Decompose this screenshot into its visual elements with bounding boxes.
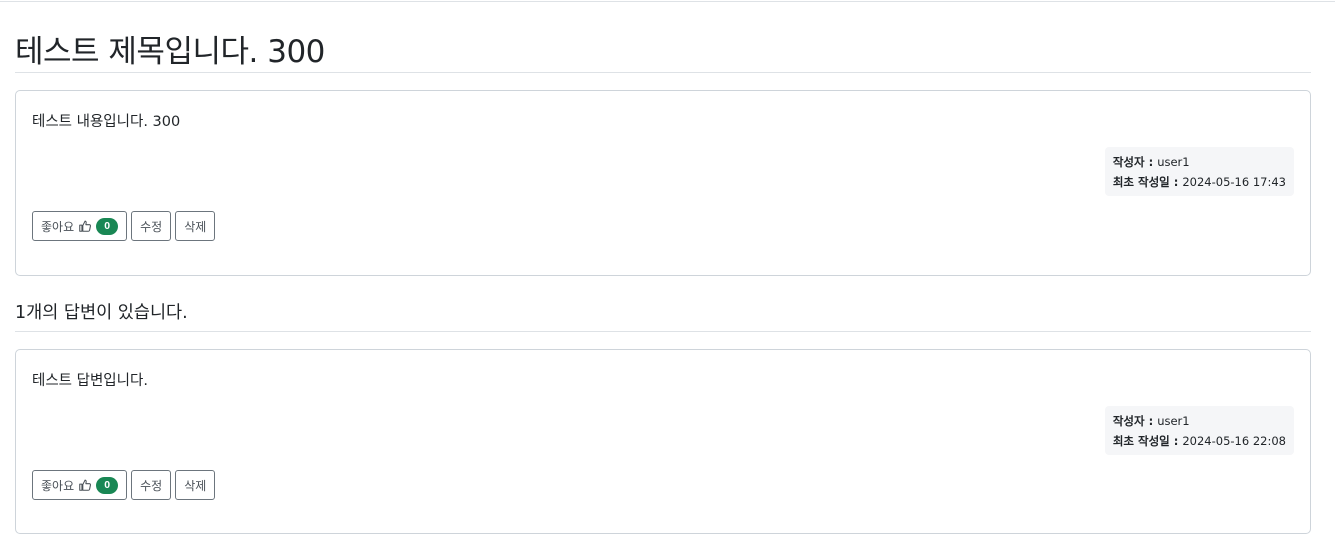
- answer-card: 테스트 답변입니다. 작성자 : user1 최초 작성일 : 2024-05-…: [15, 349, 1311, 534]
- author-line: 작성자 : user1: [1113, 152, 1286, 172]
- author-label: 작성자 :: [1112, 414, 1158, 428]
- title-divider: [15, 72, 1311, 73]
- top-divider: [0, 1, 1335, 2]
- like-button[interactable]: 좋아요 0: [32, 470, 128, 500]
- created-label: 최초 작성일 :: [1112, 175, 1183, 189]
- like-count-badge: 0: [96, 476, 119, 494]
- created-line: 최초 작성일 : 2024-05-16 17:43: [1113, 172, 1286, 192]
- edit-button[interactable]: 수정: [131, 470, 172, 500]
- delete-button[interactable]: 삭제: [175, 211, 216, 241]
- page-title: 테스트 제목입니다. 300: [15, 34, 325, 70]
- answer-count-heading: 1개의 답변이 있습니다.: [15, 303, 188, 323]
- author-label: 작성자 :: [1112, 155, 1158, 169]
- created-label: 최초 작성일 :: [1112, 434, 1183, 448]
- answer-meta: 작성자 : user1 최초 작성일 : 2024-05-16 22:08: [1104, 406, 1294, 455]
- answer-actions: 좋아요 0 수정 삭제: [32, 470, 216, 500]
- created-date: 2024-05-16 22:08: [1182, 434, 1286, 448]
- like-button[interactable]: 좋아요 0: [32, 211, 128, 241]
- thumbs-up-icon: [79, 479, 92, 491]
- thumbs-up-icon: [79, 220, 92, 232]
- like-label: 좋아요: [41, 478, 75, 493]
- author-name: user1: [1157, 414, 1190, 428]
- question-meta: 작성자 : user1 최초 작성일 : 2024-05-16 17:43: [1104, 147, 1294, 196]
- like-count-badge: 0: [96, 217, 119, 235]
- edit-button[interactable]: 수정: [131, 211, 172, 241]
- created-date: 2024-05-16 17:43: [1182, 175, 1286, 189]
- question-card: 테스트 내용입니다. 300 작성자 : user1 최초 작성일 : 2024…: [15, 90, 1311, 276]
- like-label: 좋아요: [41, 219, 75, 234]
- author-name: user1: [1157, 155, 1190, 169]
- author-line: 작성자 : user1: [1113, 411, 1286, 431]
- question-content: 테스트 내용입니다. 300: [32, 114, 181, 130]
- delete-button[interactable]: 삭제: [175, 470, 216, 500]
- question-actions: 좋아요 0 수정 삭제: [32, 211, 216, 241]
- created-line: 최초 작성일 : 2024-05-16 22:08: [1113, 431, 1286, 451]
- answer-count-divider: [15, 331, 1311, 332]
- answer-content: 테스트 답변입니다.: [32, 373, 148, 389]
